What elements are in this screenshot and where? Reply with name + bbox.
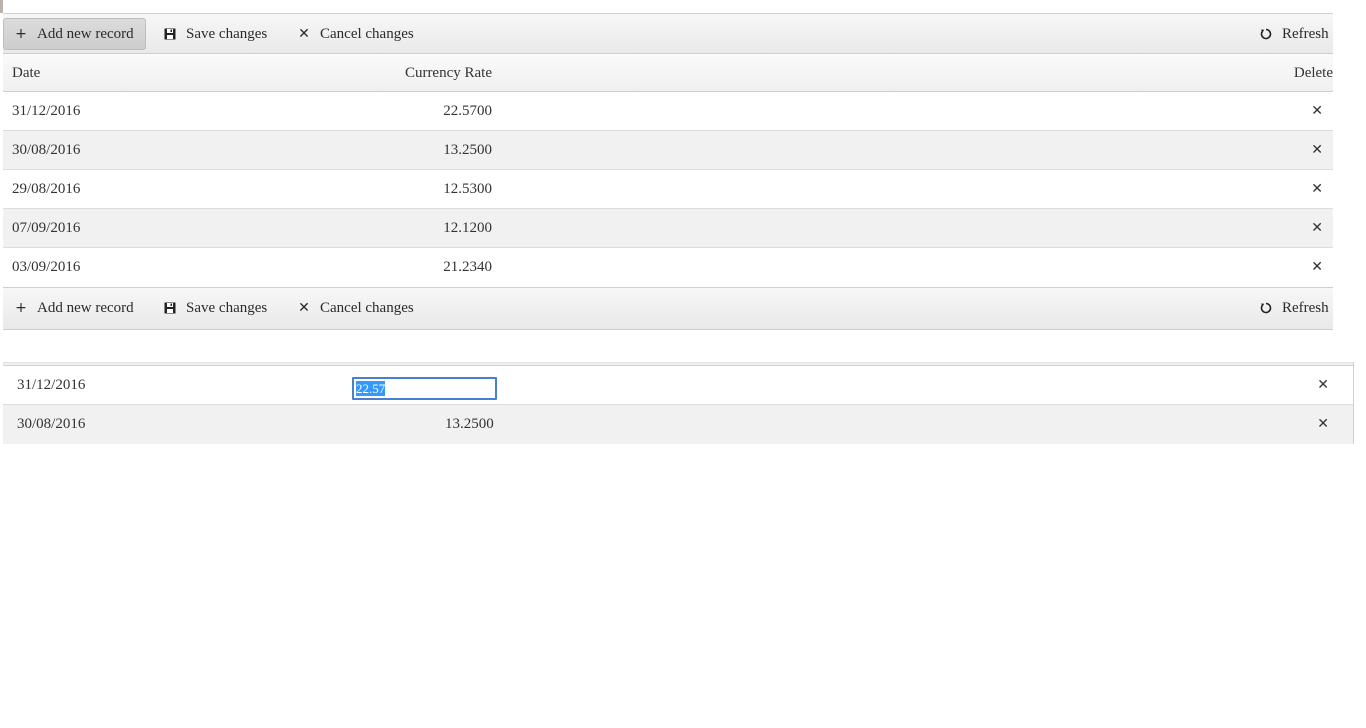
column-header-delete: Delete bbox=[1293, 65, 1333, 81]
floppy-disk-icon bbox=[163, 28, 177, 40]
table-row[interactable]: 07/09/2016 12.1200 ✕ bbox=[3, 209, 1333, 248]
date-cell[interactable]: 30/08/2016 bbox=[12, 131, 80, 169]
cancel-changes-button[interactable]: ✕ Cancel changes bbox=[286, 292, 426, 324]
refresh-icon bbox=[1259, 28, 1273, 40]
date-cell[interactable]: 31/12/2016 bbox=[12, 92, 80, 130]
selected-input-text: 22.57 bbox=[356, 381, 386, 396]
rate-cell[interactable]: 12.1200 bbox=[443, 209, 492, 247]
date-cell[interactable]: 29/08/2016 bbox=[12, 170, 80, 208]
grid-toolbar-bottom: + Add new record Save changes ✕ Cancel c… bbox=[3, 287, 1333, 330]
date-cell[interactable]: 03/09/2016 bbox=[12, 248, 80, 286]
delete-row-icon[interactable]: ✕ bbox=[1317, 366, 1329, 404]
refresh-icon bbox=[1259, 302, 1273, 314]
window-corner-mark bbox=[0, 0, 3, 13]
add-new-record-label: Add new record bbox=[37, 299, 134, 316]
add-new-record-button[interactable]: + Add new record bbox=[3, 292, 146, 324]
refresh-label: Refresh bbox=[1282, 25, 1329, 42]
save-changes-button[interactable]: Save changes bbox=[152, 18, 279, 50]
column-header-currency-rate[interactable]: Currency Rate bbox=[405, 54, 492, 92]
date-cell[interactable]: 30/08/2016 bbox=[17, 405, 85, 443]
cancel-changes-button[interactable]: ✕ Cancel changes bbox=[286, 18, 426, 50]
rate-cell[interactable]: 12.5300 bbox=[443, 170, 492, 208]
add-new-record-button[interactable]: + Add new record bbox=[3, 18, 146, 50]
date-cell[interactable]: 07/09/2016 bbox=[12, 209, 80, 247]
table-row[interactable]: 30/08/2016 13.2500 ✕ bbox=[3, 405, 1353, 444]
grid-header: Date Currency Rate Delete bbox=[3, 54, 1333, 92]
refresh-button[interactable]: Refresh bbox=[1248, 18, 1330, 50]
table-row[interactable]: 30/08/2016 13.2500 ✕ bbox=[3, 131, 1333, 170]
currency-rate-edit-grid: 31/12/2016 22.57 ✕ 30/08/2016 13.2500 ✕ bbox=[3, 362, 1354, 444]
table-row-editing[interactable]: 31/12/2016 22.57 ✕ bbox=[3, 366, 1353, 405]
rate-cell[interactable]: 13.2500 bbox=[443, 131, 492, 169]
close-icon: ✕ bbox=[298, 26, 310, 42]
delete-row-icon[interactable]: ✕ bbox=[1311, 92, 1323, 130]
add-new-record-label: Add new record bbox=[37, 25, 134, 42]
date-cell[interactable]: 31/12/2016 bbox=[17, 366, 85, 404]
plus-icon: + bbox=[15, 26, 27, 42]
refresh-label: Refresh bbox=[1282, 299, 1329, 316]
rate-cell[interactable]: 13.2500 bbox=[445, 405, 494, 443]
delete-row-icon[interactable]: ✕ bbox=[1311, 248, 1323, 286]
delete-row-icon[interactable]: ✕ bbox=[1311, 131, 1323, 169]
floppy-disk-icon bbox=[163, 302, 177, 314]
plus-icon: + bbox=[15, 300, 27, 316]
grid-toolbar-top: + Add new record Save changes ✕ Cancel c… bbox=[3, 13, 1333, 54]
save-changes-button[interactable]: Save changes bbox=[152, 292, 279, 324]
save-changes-label: Save changes bbox=[186, 25, 268, 42]
rate-cell[interactable]: 22.5700 bbox=[443, 92, 492, 130]
cancel-changes-label: Cancel changes bbox=[320, 25, 414, 42]
table-row[interactable]: 31/12/2016 22.5700 ✕ bbox=[3, 92, 1333, 131]
save-changes-label: Save changes bbox=[186, 299, 268, 316]
column-header-date[interactable]: Date bbox=[12, 54, 40, 92]
currency-rate-input[interactable]: 22.57 bbox=[352, 377, 497, 400]
table-row[interactable]: 29/08/2016 12.5300 ✕ bbox=[3, 170, 1333, 209]
delete-row-icon[interactable]: ✕ bbox=[1311, 209, 1323, 247]
delete-row-icon[interactable]: ✕ bbox=[1311, 170, 1323, 208]
refresh-button[interactable]: Refresh bbox=[1248, 292, 1330, 324]
currency-rate-grid: + Add new record Save changes ✕ Cancel c… bbox=[3, 13, 1333, 330]
table-row[interactable]: 03/09/2016 21.2340 ✕ bbox=[3, 248, 1333, 287]
cancel-changes-label: Cancel changes bbox=[320, 299, 414, 316]
close-icon: ✕ bbox=[298, 300, 310, 316]
rate-cell[interactable]: 21.2340 bbox=[443, 248, 492, 286]
delete-row-icon[interactable]: ✕ bbox=[1317, 405, 1329, 443]
